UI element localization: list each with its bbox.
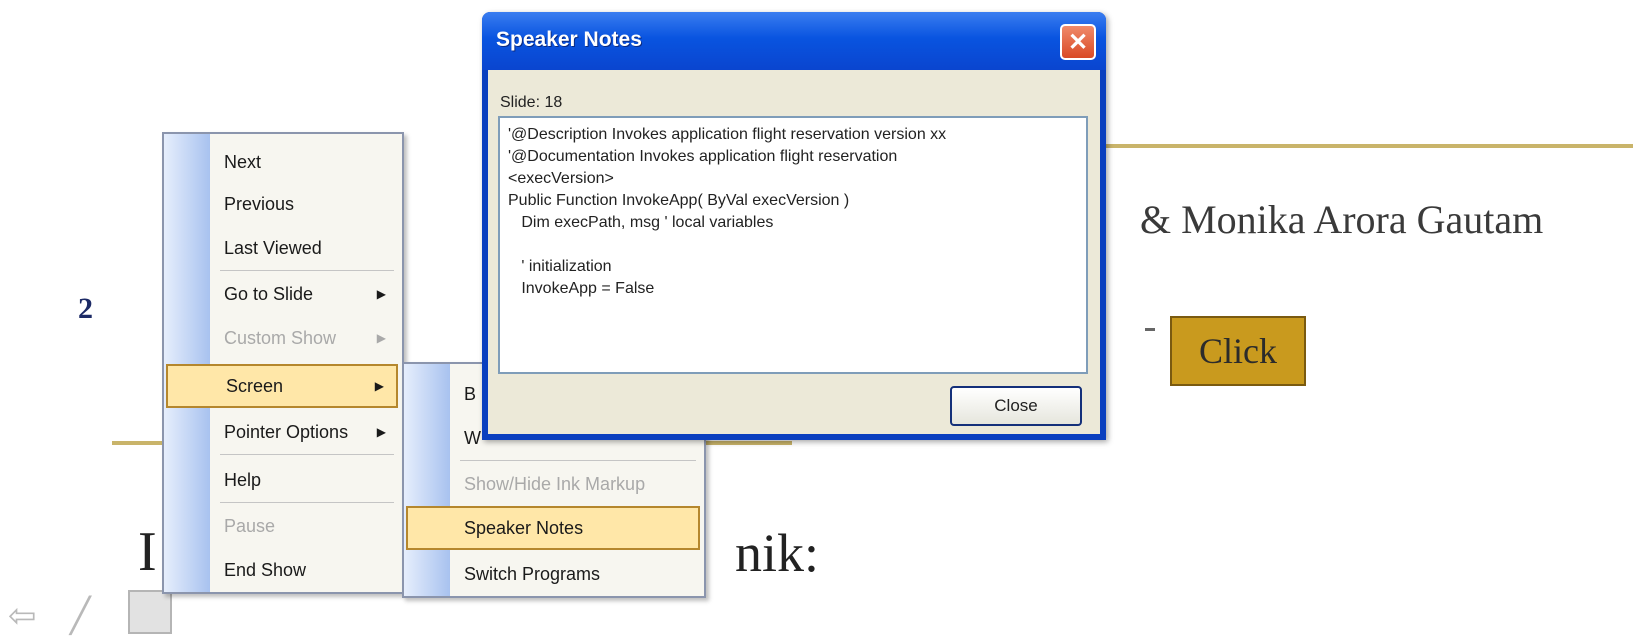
menu-separator xyxy=(220,502,394,503)
dialog-titlebar[interactable]: Speaker Notes ✕ xyxy=(482,12,1106,70)
submenu-item-switch-programs[interactable]: Switch Programs xyxy=(450,552,700,596)
dialog-title: Speaker Notes xyxy=(496,28,642,51)
close-button[interactable]: Close xyxy=(950,386,1082,426)
pen-icon[interactable]: ╱ xyxy=(70,596,90,636)
submenu-arrow-icon: ▶ xyxy=(374,379,384,393)
slide-top-rule xyxy=(1090,144,1633,148)
menu-item-label: Help xyxy=(224,469,262,490)
menu-item-last-viewed[interactable]: Last Viewed xyxy=(210,226,398,270)
menu-item-label: Screen xyxy=(226,375,284,396)
menu-item-end-show[interactable]: End Show xyxy=(210,548,398,592)
slide-label: Slide: 18 xyxy=(500,94,563,111)
menu-item-custom-show: Custom Show ▶ xyxy=(210,316,398,360)
slide-body-text-right: nik: xyxy=(735,523,820,583)
arrow-icon[interactable]: ⇦ xyxy=(8,596,37,636)
menu-item-label: Speaker Notes xyxy=(464,517,584,538)
menu-item-label: Previous xyxy=(224,193,295,214)
menu-item-label: Last Viewed xyxy=(224,237,322,258)
menu-item-label: Custom Show xyxy=(224,327,337,348)
slide-author-text: & Monika Arora Gautam xyxy=(1140,197,1544,242)
submenu-item-show-hide-ink: Show/Hide Ink Markup xyxy=(450,462,700,506)
slide-dash xyxy=(1145,328,1155,331)
speaker-notes-textarea[interactable]: '@Description Invokes application flight… xyxy=(498,116,1088,374)
menu-item-label: Pause xyxy=(224,515,276,536)
menu-item-label: Go to Slide xyxy=(224,283,314,304)
slide-number: 2 xyxy=(78,292,93,325)
submenu-arrow-icon: ▶ xyxy=(376,331,386,345)
menu-item-label: Switch Programs xyxy=(464,563,601,584)
menu-item-next[interactable]: Next xyxy=(210,140,398,184)
dialog-body: Slide: 18 '@Description Invokes applicat… xyxy=(488,70,1100,434)
menu-separator xyxy=(460,460,696,461)
menu-item-pointer-options[interactable]: Pointer Options ▶ xyxy=(210,410,398,454)
menu-item-label: Show/Hide Ink Markup xyxy=(464,473,646,494)
slide-body-text-left: I xyxy=(138,521,157,583)
menu-item-pause: Pause xyxy=(210,504,398,548)
menu-item-help[interactable]: Help xyxy=(210,458,398,502)
menu-item-label: B xyxy=(464,383,477,404)
menu-gutter xyxy=(164,134,210,592)
menu-item-label: W xyxy=(464,427,481,448)
menu-item-label: End Show xyxy=(224,559,307,580)
submenu-item-speaker-notes[interactable]: Speaker Notes xyxy=(406,506,700,550)
submenu-arrow-icon: ▶ xyxy=(376,287,386,301)
slide-click-button[interactable]: Click xyxy=(1170,316,1306,386)
context-menu: Next Previous Last Viewed Go to Slide ▶ … xyxy=(162,132,404,594)
menu-item-label: Pointer Options xyxy=(224,421,349,442)
slide-menu-icon[interactable] xyxy=(128,590,172,634)
menu-separator xyxy=(220,454,394,455)
menu-item-label: Next xyxy=(224,151,262,172)
close-icon[interactable]: ✕ xyxy=(1060,24,1096,60)
slideshow-toolbar: ⇦ ╱ xyxy=(0,590,260,644)
speaker-notes-dialog: Speaker Notes ✕ Slide: 18 '@Description … xyxy=(482,12,1106,440)
menu-item-screen[interactable]: Screen ▶ xyxy=(166,364,398,408)
menu-gutter xyxy=(404,364,450,596)
menu-item-previous[interactable]: Previous xyxy=(210,182,398,226)
menu-separator xyxy=(220,270,394,271)
menu-item-go-to-slide[interactable]: Go to Slide ▶ xyxy=(210,272,398,316)
submenu-arrow-icon: ▶ xyxy=(376,425,386,439)
